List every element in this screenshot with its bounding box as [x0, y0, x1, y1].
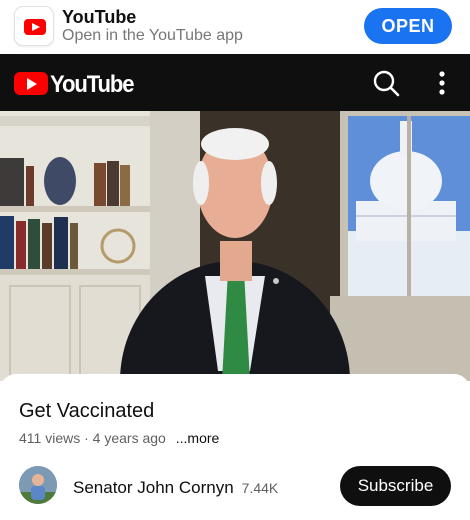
avatar-image [19, 466, 57, 504]
more-vert-icon[interactable] [432, 69, 452, 97]
play-icon [24, 19, 46, 35]
upload-age: 4 years ago [92, 430, 166, 446]
meta-separator: · [84, 430, 89, 446]
video-meta: 411 views · 4 years ago ...more [19, 430, 219, 446]
subscribe-button[interactable]: Subscribe [340, 466, 451, 506]
banner-app-name: YouTube [62, 7, 137, 27]
video-thumbnail [0, 111, 470, 381]
search-icon[interactable] [372, 69, 400, 97]
video-info-panel: Get Vaccinated 411 views · 4 years ago .… [0, 374, 470, 520]
banner-subtitle: Open in the YouTube app [62, 27, 243, 44]
channel-avatar[interactable] [19, 466, 57, 504]
youtube-header: YouTube [0, 54, 470, 111]
view-count: 411 views [19, 430, 81, 446]
youtube-app-icon [14, 6, 54, 46]
video-title: Get Vaccinated [19, 400, 155, 422]
video-player[interactable] [0, 111, 470, 381]
channel-name-row[interactable]: Senator John Cornyn 7.44K [73, 478, 278, 498]
channel-name: Senator John Cornyn [73, 478, 234, 497]
channel-row: Senator John Cornyn 7.44K Subscribe [0, 462, 470, 506]
app-install-banner: YouTube Open in the YouTube app OPEN [0, 0, 470, 54]
more-description-link[interactable]: ...more [176, 430, 220, 446]
subscriber-count: 7.44K [241, 480, 279, 496]
open-app-button[interactable]: OPEN [364, 8, 452, 44]
youtube-logo-icon [14, 72, 48, 95]
youtube-logo-text: YouTube [50, 71, 135, 98]
